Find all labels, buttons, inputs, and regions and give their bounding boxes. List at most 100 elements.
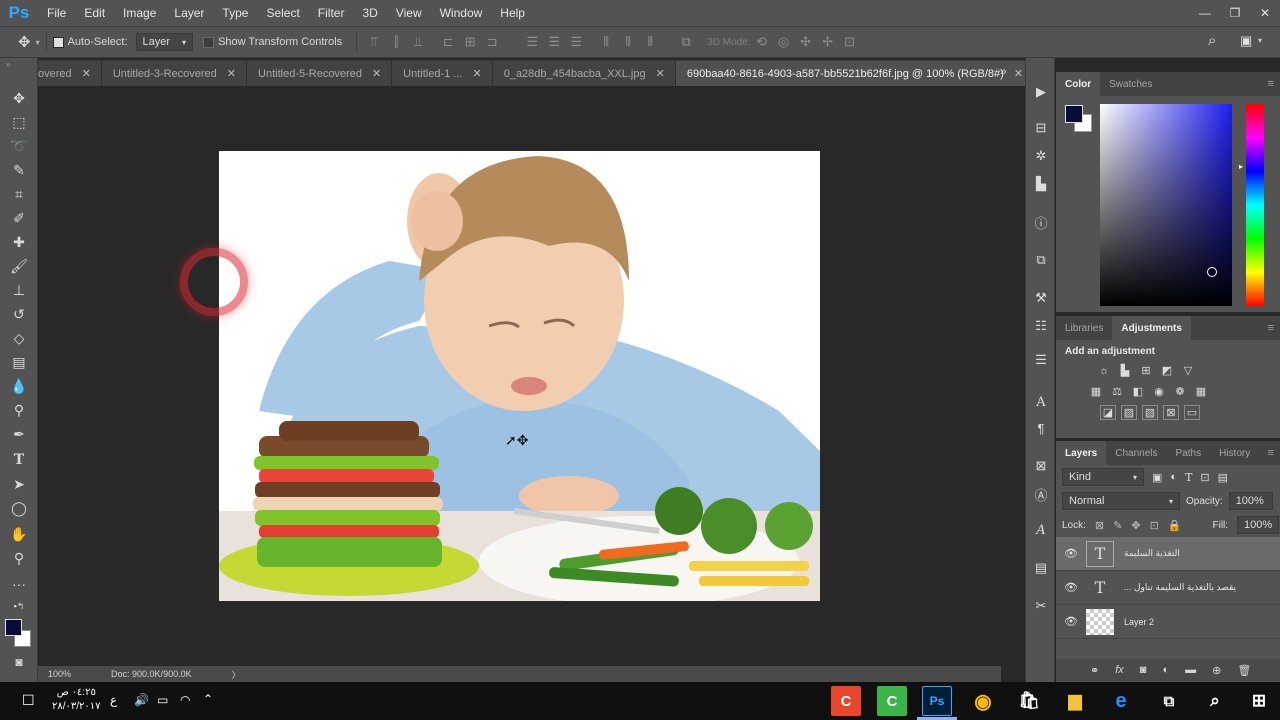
chrome-app-icon[interactable]: ◉ [968,686,998,716]
show-transform-checkbox[interactable] [203,36,215,48]
gradient-tool-icon[interactable]: ▤ [7,352,31,372]
layer-row[interactable]: 👁 T ... يقصد بالتغذية السليمة تناول [1056,571,1280,605]
delete-layer-icon[interactable]: 🗑 [1237,664,1251,677]
new-adjustment-icon[interactable]: ◐ [1162,664,1169,676]
glyphs-icon[interactable]: Ⓐ [1030,484,1052,504]
marquee-tool-icon[interactable]: ⬚ [7,112,31,132]
hue-slider-handle-icon[interactable]: ▸ [1239,162,1243,171]
language-indicator[interactable]: ع [110,693,117,707]
history-brush-tool-icon[interactable]: ↺ [7,304,31,324]
tab-document[interactable]: Untitled-1 ... ✕ [392,61,493,86]
3d-rotate-icon[interactable]: ⟲ [751,34,773,50]
threshold-icon[interactable]: ▧ [1142,405,1158,420]
notes-icon[interactable]: ▤ [1030,558,1052,578]
filter-smart-object-icon[interactable]: ▤ [1218,471,1228,484]
3d-scale-icon[interactable]: ⊡ [839,34,861,50]
brightness-contrast-icon[interactable]: ☼ [1096,363,1112,378]
layer-row[interactable]: 👁 Layer 2 [1056,605,1280,639]
menu-type[interactable]: Type [213,0,257,26]
more-tools-icon[interactable]: ··· [7,574,31,594]
taskbar-clock[interactable]: ٠٤:٢٥ ص ٢٨/٠٣/٢٠١٧ [52,686,101,714]
brush-tool-icon[interactable]: 🖌 [7,256,31,276]
new-layer-icon[interactable]: ⊕ [1212,664,1221,677]
layer-row[interactable]: 👁 T التغذية السليمة [1056,537,1280,571]
menu-file[interactable]: File [38,0,75,26]
ellipse-tool-icon[interactable]: ◯ [7,498,31,518]
lasso-tool-icon[interactable]: ➰ [7,136,31,156]
menu-help[interactable]: Help [491,0,534,26]
3d-drag-icon[interactable]: ✣ [795,34,817,50]
eyedropper-tool-icon[interactable]: ✐ [7,208,31,228]
layer-filter-dropdown[interactable]: Kind ▾ [1062,468,1144,486]
close-icon[interactable]: ✕ [227,67,236,80]
path-selection-tool-icon[interactable]: ➤ [7,474,31,494]
status-menu-arrow-icon[interactable]: 〉 [232,668,241,681]
tab-layers[interactable]: Layers [1056,441,1107,465]
channel-mixer-icon[interactable]: ❁ [1172,384,1188,399]
panel-menu-icon[interactable]: ≡ [1268,322,1274,334]
zoom-tool-icon[interactable]: ⚲ [7,548,31,568]
add-mask-icon[interactable]: ◙ [1140,664,1147,676]
filter-shape-icon[interactable]: ⊡ [1200,471,1209,484]
eraser-tool-icon[interactable]: ◇ [7,328,31,348]
menu-layer[interactable]: Layer [165,0,213,26]
tab-document-active[interactable]: 690baa40-8616-4903-a587-bb5521b62f6f.jpg… [675,61,1025,86]
align-left-icon[interactable]: ⊏ [437,34,459,50]
store-app-icon[interactable]: 🛍 [1014,686,1044,716]
lock-image-icon[interactable]: ✎ [1113,519,1122,532]
close-button[interactable]: ✕ [1250,0,1280,26]
workspace-icon[interactable]: ▣ [1240,33,1252,49]
close-icon[interactable]: ✕ [372,67,381,80]
curves-icon[interactable]: ⊞ [1138,363,1154,378]
panel-menu-icon[interactable]: ≡ [1268,447,1274,459]
quick-mask-icon[interactable]: ◙ [7,652,31,672]
play-actions-icon[interactable]: ▶ [1030,82,1052,102]
new-group-icon[interactable]: ▬ [1185,664,1196,676]
fg-color-chip[interactable] [1065,105,1083,123]
fill-input[interactable]: 100% [1237,516,1280,534]
close-icon[interactable]: ✕ [1014,67,1023,80]
character-icon[interactable]: A [1030,392,1052,412]
tab-swatches[interactable]: Swatches [1100,72,1161,96]
histogram-icon[interactable]: ▙ [1030,174,1052,194]
type-tool-icon[interactable]: T [7,450,31,470]
task-view-icon[interactable]: ⧉ [1154,686,1184,716]
volume-icon[interactable]: 🔊 [134,693,149,707]
search-icon[interactable]: ⌕ [1200,686,1230,716]
link-layers-icon[interactable]: ⚭ [1090,664,1099,677]
pen-tool-icon[interactable]: ✒ [7,424,31,444]
menu-view[interactable]: View [387,0,431,26]
restore-button[interactable]: ❐ [1220,0,1250,26]
battery-icon[interactable]: ▭ [157,693,168,707]
zoom-level[interactable]: 100% [48,669,71,679]
search-icon[interactable]: ⌕ [1208,32,1216,49]
tab-document[interactable]: Untitled-5-Recovered ✕ [247,61,393,86]
auto-align-icon[interactable]: ⧉ [675,34,697,50]
clone-source-icon[interactable]: ⧉ [1030,250,1052,270]
hue-slider[interactable] [1246,104,1264,306]
panel-menu-icon[interactable]: ≡ [1268,78,1274,90]
opacity-input[interactable]: 100% [1228,492,1273,510]
auto-select-checkbox[interactable] [52,36,64,48]
menu-3d[interactable]: 3D [353,0,386,26]
lock-transparent-icon[interactable]: ⊠ [1095,519,1104,532]
close-icon[interactable]: ✕ [472,67,481,80]
menu-image[interactable]: Image [114,0,165,26]
close-icon[interactable]: ✕ [656,67,665,80]
edge-app-icon[interactable]: e [1106,686,1136,716]
filter-type-icon[interactable]: T [1185,471,1192,484]
notifications-icon[interactable]: ☐ [22,692,35,709]
exposure-icon[interactable]: ◩ [1159,363,1175,378]
tab-adjustments[interactable]: Adjustments [1112,316,1191,340]
distribute-hcenter-icon[interactable]: ⫴ [617,34,639,50]
distribute-right-icon[interactable]: ⫴ [639,34,661,50]
filter-pixel-icon[interactable]: ▣ [1152,471,1162,484]
windows-start-icon[interactable]: ⊞ [1244,686,1274,716]
menu-window[interactable]: Window [431,0,492,26]
paragraph-icon[interactable]: ¶ [1030,418,1052,438]
tools-icon[interactable]: ✂ [1030,596,1052,616]
move-tool-icon[interactable]: ✥ [7,88,31,108]
distribute-left-icon[interactable]: ⫴ [595,34,617,50]
auto-select-target-dropdown[interactable]: Layer ▾ [135,33,194,51]
magic-wand-tool-icon[interactable]: ✎ [7,160,31,180]
